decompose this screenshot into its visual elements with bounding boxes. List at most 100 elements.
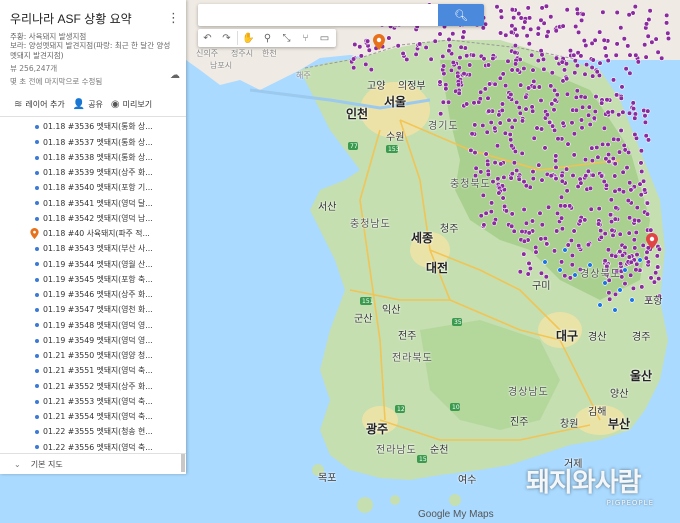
asf-marker[interactable] [563,61,570,67]
search-button[interactable]: 🔍︎ [438,4,484,26]
asf-marker[interactable] [523,220,530,226]
asf-marker[interactable] [651,279,658,285]
asf-marker[interactable] [517,110,523,116]
asf-marker[interactable] [558,203,564,209]
asf-marker[interactable] [497,75,503,81]
asf-marker[interactable] [512,42,519,49]
asf-marker[interactable] [587,121,593,128]
asf-marker[interactable] [529,52,535,58]
asf-marker[interactable] [614,41,620,47]
asf-marker[interactable] [480,122,486,129]
asf-marker[interactable] [558,194,565,200]
asf-marker[interactable] [527,265,534,272]
asf-marker[interactable] [596,206,602,212]
asf-marker[interactable] [585,112,592,118]
asf-marker[interactable] [496,190,502,196]
asf-marker[interactable] [630,285,637,292]
asf-marker[interactable] [523,106,529,112]
asf-marker[interactable] [654,253,660,259]
asf-marker[interactable] [549,70,555,76]
asf-marker[interactable] [582,157,589,163]
asf-marker[interactable] [590,57,596,63]
asf-marker[interactable] [635,59,641,65]
list-item[interactable]: 01.18 #3537 멧돼지(통화 상... [0,134,186,149]
asf-marker[interactable] [626,254,632,260]
asf-marker[interactable] [585,168,592,174]
asf-marker[interactable] [579,104,586,110]
asf-marker[interactable] [533,244,539,250]
asf-marker[interactable] [521,206,527,213]
asf-marker[interactable] [482,86,488,92]
asf-marker[interactable] [582,71,588,77]
asf-marker[interactable] [554,92,560,98]
asf-marker[interactable] [612,291,619,298]
asf-marker[interactable] [577,218,583,224]
asf-marker[interactable] [570,172,576,179]
asf-marker[interactable] [549,101,555,107]
asf-marker[interactable] [492,125,498,131]
asf-marker[interactable] [563,166,570,172]
asf-marker[interactable] [352,41,358,48]
asf-marker[interactable] [417,41,423,47]
asf-marker[interactable] [560,120,566,126]
asf-marker[interactable] [630,105,637,112]
asf-marker[interactable] [490,55,496,62]
asf-marker[interactable] [366,47,372,53]
asf-marker[interactable] [575,29,582,36]
asf-marker[interactable] [545,204,552,210]
asf-marker[interactable] [618,95,624,101]
asf-marker[interactable] [598,228,604,234]
list-item[interactable]: 01.19 #3547 멧돼지(영천 화... [0,302,186,317]
chevron-down-icon[interactable]: ⌄ [14,460,21,469]
list-item[interactable]: 01.19 #3546 멧돼지(상주 화... [0,287,186,302]
asf-marker[interactable] [628,259,634,265]
asf-marker[interactable] [643,133,649,139]
asf-marker[interactable] [490,179,496,185]
asf-marker[interactable] [484,129,490,135]
asf-marker[interactable] [567,275,573,281]
asf-marker[interactable] [509,124,515,130]
list-item[interactable]: 01.21 #3552 멧돼지(상주 화... [0,378,186,393]
asf-marker[interactable] [606,290,612,296]
asf-marker[interactable] [481,56,487,62]
asf-marker[interactable] [571,131,578,137]
asf-marker[interactable] [585,242,592,248]
asf-marker[interactable] [663,20,670,26]
asf-marker[interactable] [437,31,443,37]
list-item[interactable]: 01.19 #3545 멧돼지(포항 축... [0,272,186,287]
asf-marker[interactable] [573,94,579,100]
asf-marker[interactable] [518,15,524,21]
asf-marker[interactable] [598,234,604,240]
asf-marker[interactable] [574,6,580,12]
asf-marker[interactable] [485,171,492,178]
hand-icon[interactable]: ✋ [239,29,258,47]
asf-marker[interactable] [478,213,484,219]
asf-marker[interactable] [498,161,504,167]
list-item[interactable]: 01.21 #3550 멧돼지(영양 청... [0,348,186,363]
marker-icon[interactable]: ⚲ [258,29,277,47]
asf-marker[interactable] [572,58,578,64]
asf-marker[interactable] [653,270,659,276]
asf-marker[interactable] [552,97,558,103]
asf-marker[interactable] [551,248,558,254]
asf-marker[interactable] [567,47,574,54]
asf-marker[interactable] [580,11,586,17]
asf-marker[interactable] [525,5,531,11]
asf-marker[interactable] [509,223,515,229]
asf-marker[interactable] [604,263,610,270]
asf-marker[interactable] [483,151,489,157]
asf-marker[interactable] [514,32,520,39]
asf-marker[interactable] [647,8,653,14]
asf-marker[interactable] [627,180,633,186]
asf-marker[interactable] [554,228,560,234]
asf-marker[interactable] [627,70,633,76]
asf-marker[interactable] [544,241,550,247]
preview-button[interactable]: ◉ 미리보기 [111,99,152,110]
asf-marker[interactable] [530,176,536,182]
asf-marker[interactable] [460,34,466,40]
asf-marker[interactable] [395,43,401,49]
asf-marker[interactable] [502,203,508,209]
asf-marker[interactable] [587,185,594,191]
asf-marker[interactable] [656,276,662,282]
asf-marker[interactable] [616,112,622,118]
